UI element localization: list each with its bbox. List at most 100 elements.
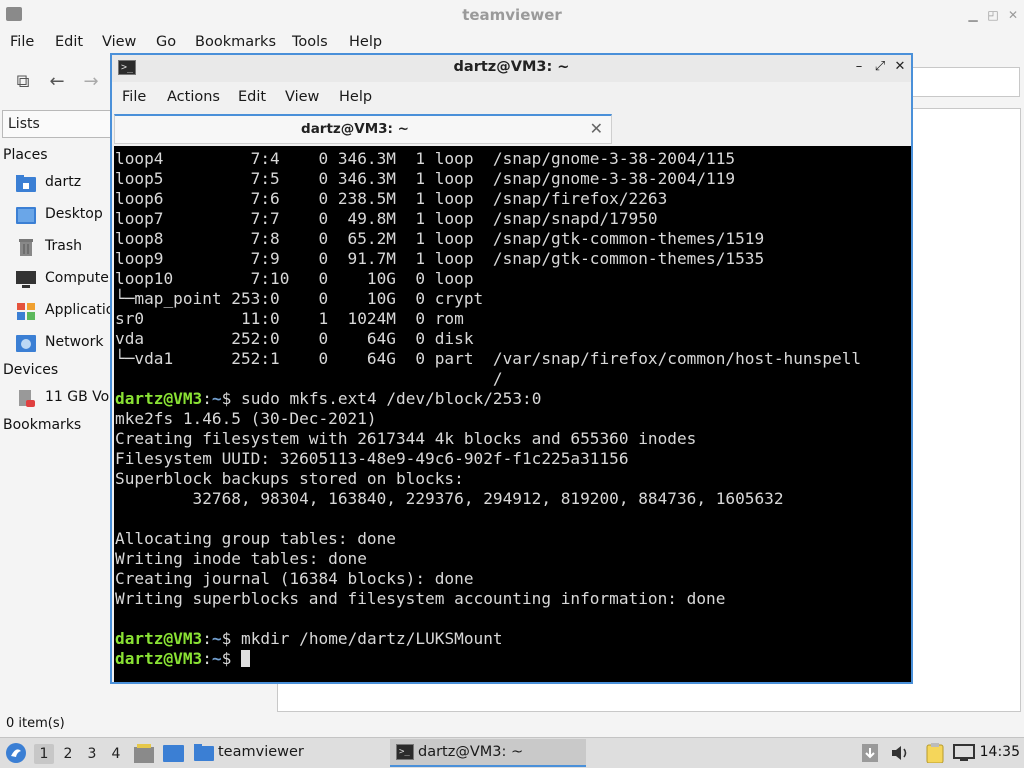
sidebar-item-computer[interactable]: Computer — [16, 269, 112, 291]
terminal-output-line: └─vda1 252:1 0 64G 0 part /var/snap/fire… — [115, 349, 862, 368]
sidebar-item-label: Computer — [45, 270, 112, 286]
terminal-title: dartz@VM3: ~ — [453, 59, 570, 75]
terminal-output-line: Allocating group tables: done — [115, 529, 396, 548]
menu-bookmarks[interactable]: Bookmarks — [195, 34, 276, 50]
menu-help[interactable]: Help — [339, 89, 372, 105]
close-icon[interactable]: ✕ — [892, 59, 908, 77]
sidebar-item-label: 11 GB Volume — [45, 389, 112, 405]
terminal-output-line: Creating journal (16384 blocks): done — [115, 569, 474, 588]
menu-view[interactable]: View — [102, 34, 136, 50]
file-manager-titlebar: teamviewer ▁ ◰ ✕ — [0, 0, 1024, 30]
network-status-icon[interactable] — [953, 744, 975, 762]
menu-edit[interactable]: Edit — [55, 34, 83, 50]
path-bar[interactable] — [912, 67, 1020, 97]
close-tab-icon[interactable]: ✕ — [590, 119, 603, 138]
tab-terminal[interactable]: dartz@VM3: ~ ✕ — [114, 114, 612, 144]
terminal-output[interactable]: loop4 7:4 0 346.3M 1 loop /snap/gnome-3-… — [114, 146, 911, 682]
computer-icon — [16, 271, 36, 288]
terminal-output-line: sr0 11:0 1 1024M 0 rom — [115, 309, 464, 328]
sidebar-item-applications[interactable]: Applications — [16, 301, 112, 323]
terminal-output-line: Writing inode tables: done — [115, 549, 367, 568]
workspace-3[interactable]: 3 — [82, 744, 102, 764]
applications-icon — [17, 303, 35, 320]
devices-heading: Devices — [3, 362, 59, 378]
taskbar-item-terminal[interactable]: >_ dartz@VM3: ~ — [390, 739, 586, 767]
maximize-icon[interactable]: ◰ — [986, 8, 1000, 22]
prompt-user: dartz@VM3 — [115, 629, 203, 648]
terminal-output-line: loop9 7:9 0 91.7M 1 loop /snap/gtk-commo… — [115, 249, 765, 268]
prompt-user: dartz@VM3 — [115, 649, 203, 668]
sidebar-mode-select[interactable]: Lists — [2, 110, 112, 138]
prompt-symbol: $ — [221, 389, 242, 408]
menu-edit[interactable]: Edit — [238, 89, 266, 105]
menu-actions[interactable]: Actions — [167, 89, 220, 105]
back-arrow-icon[interactable]: ← — [46, 71, 68, 93]
workspace-2[interactable]: 2 — [58, 744, 78, 764]
terminal-output-line: vda 252:0 0 64G 0 disk — [115, 329, 474, 348]
minimize-icon[interactable]: ▁ — [966, 8, 980, 22]
menu-help[interactable]: Help — [349, 34, 382, 50]
terminal-output-line: Superblock backups stored on blocks: — [115, 469, 464, 488]
prompt-separator: : — [202, 629, 212, 648]
file-manager-launcher-icon[interactable] — [134, 744, 154, 763]
menu-view[interactable]: View — [285, 89, 319, 105]
menu-tools[interactable]: Tools — [292, 34, 328, 50]
sidebar-item-network[interactable]: Network — [16, 333, 112, 355]
clipboard-icon[interactable] — [925, 743, 945, 763]
terminal-icon: >_ — [396, 744, 414, 760]
prompt-symbol: $ — [221, 629, 242, 648]
sidebar-item-volume[interactable]: 11 GB Volume — [16, 388, 112, 410]
menu-file[interactable]: File — [122, 89, 146, 105]
terminal-output-line: loop5 7:5 0 346.3M 1 loop /snap/gnome-3-… — [115, 169, 736, 188]
terminal-output-line: Filesystem UUID: 32605113-48e9-49c6-902f… — [115, 449, 629, 468]
terminal-output-line: loop4 7:4 0 346.3M 1 loop /snap/gnome-3-… — [115, 149, 736, 168]
terminal-output-line: mke2fs 1.46.5 (30-Dec-2021) — [115, 409, 377, 428]
command-text: sudo mkfs.ext4 /dev/block/253:0 — [241, 389, 542, 408]
menu-go[interactable]: Go — [156, 34, 176, 50]
menu-file[interactable]: File — [10, 34, 34, 50]
sidebar-item-label: dartz — [45, 174, 82, 190]
terminal-titlebar[interactable]: >_ dartz@VM3: ~ – ⤢ ✕ — [112, 55, 911, 82]
sidebar-item-dartz[interactable]: dartz — [16, 173, 112, 195]
terminal-output-line: loop6 7:6 0 238.5M 1 loop /snap/firefox/… — [115, 189, 668, 208]
workspace-4[interactable]: 4 — [106, 744, 126, 764]
taskbar-item-label: dartz@VM3: ~ — [418, 744, 524, 760]
network-icon — [16, 335, 36, 352]
terminal-output-line: Writing superblocks and filesystem accou… — [115, 589, 726, 608]
drive-icon — [19, 390, 35, 407]
taskbar: 1 2 3 4 teamviewer >_ dartz@VM3: ~ 14:35 — [0, 737, 1024, 768]
terminal-output-line: loop8 7:8 0 65.2M 1 loop /snap/gtk-commo… — [115, 229, 765, 248]
sidebar-item-trash[interactable]: Trash — [16, 237, 112, 259]
tab-label: dartz@VM3: ~ — [301, 121, 409, 137]
terminal-window: >_ dartz@VM3: ~ – ⤢ ✕ File Actions Edit … — [110, 53, 913, 684]
command-text: mkdir /home/dartz/LUKSMount — [241, 629, 503, 648]
file-manager-title: teamviewer — [462, 6, 562, 24]
terminal-cursor — [241, 650, 251, 667]
terminal-command-line: dartz@VM3:~$ mkdir /home/dartz/LUKSMount — [114, 629, 911, 649]
workspace-1[interactable]: 1 — [34, 744, 54, 764]
prompt-separator: : — [202, 649, 212, 668]
minimize-icon[interactable]: – — [851, 59, 867, 77]
places-heading: Places — [3, 147, 48, 163]
show-desktop-icon[interactable] — [163, 745, 184, 762]
prompt-path: ~ — [211, 389, 222, 408]
volume-icon[interactable] — [890, 744, 910, 762]
sidebar-item-label: Desktop — [45, 206, 103, 222]
file-manager-sidebar: Lists Places dartz Desktop Trash Compute… — [0, 108, 112, 716]
prompt-symbol: $ — [221, 649, 242, 668]
maximize-icon[interactable]: ⤢ — [872, 59, 888, 77]
sidebar-item-label: Network — [45, 334, 104, 350]
terminal-output-line: Creating filesystem with 2617344 4k bloc… — [115, 429, 697, 448]
start-menu-icon[interactable] — [5, 742, 27, 764]
desktop-icon — [16, 207, 36, 224]
close-icon[interactable]: ✕ — [1006, 8, 1020, 22]
taskbar-item-teamviewer[interactable]: teamviewer — [192, 739, 382, 767]
sidebar-item-desktop[interactable]: Desktop — [16, 205, 112, 227]
forward-arrow-icon[interactable]: → — [80, 71, 102, 93]
updates-icon[interactable] — [862, 744, 878, 762]
taskbar-item-label: teamviewer — [218, 744, 304, 760]
trash-icon — [19, 239, 33, 256]
new-tab-icon[interactable]: ⧉ — [12, 71, 34, 93]
